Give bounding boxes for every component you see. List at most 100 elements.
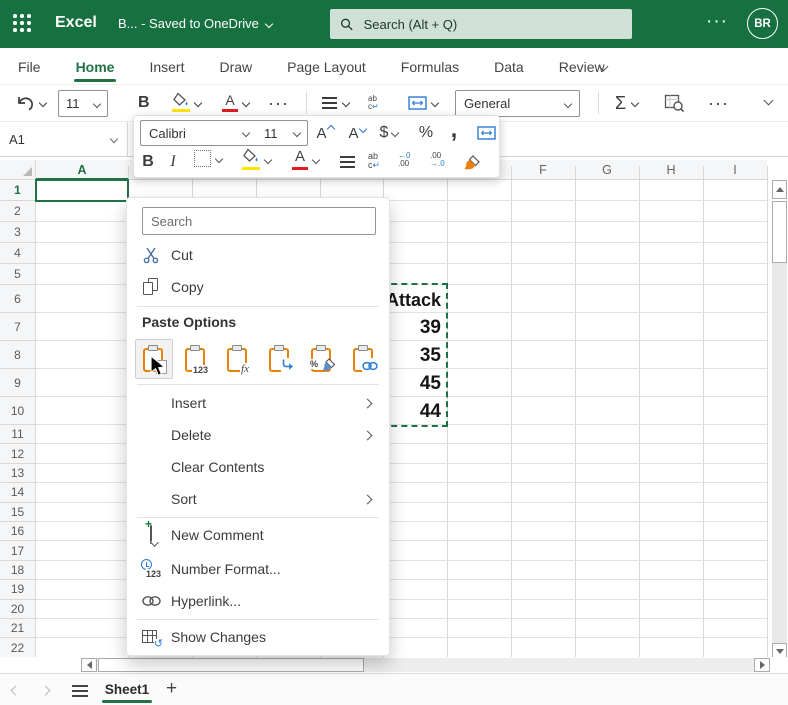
undo-button[interactable] (14, 85, 46, 121)
ribbon-collapse-chevron-icon[interactable] (764, 96, 774, 106)
grow-font-button[interactable]: A (312, 122, 338, 144)
previous-sheet-chevron-icon[interactable] (11, 686, 21, 696)
row-header-19[interactable]: 19 (0, 580, 36, 599)
app-launcher-icon[interactable] (13, 14, 33, 34)
all-sheets-menu-icon[interactable] (72, 685, 88, 687)
row-header-9[interactable]: 9 (0, 369, 36, 397)
bold-button-mini[interactable]: B (138, 150, 158, 174)
tab-insert[interactable]: Insert (149, 48, 184, 85)
wrap-text-button-mini[interactable]: abc↵ (368, 152, 380, 170)
paste-formulas-icon[interactable]: fx (226, 345, 248, 373)
comma-format-button[interactable]: , (444, 118, 464, 142)
menu-item-copy[interactable]: Copy (127, 271, 389, 303)
search-input[interactable] (362, 16, 622, 33)
paste-formatting-icon[interactable]: % (310, 345, 332, 373)
scroll-up-button[interactable] (772, 180, 787, 199)
row-header-14[interactable]: 14 (0, 483, 36, 502)
menu-item-show-changes[interactable]: ↺ Show Changes (127, 621, 389, 653)
row-header-15[interactable]: 15 (0, 503, 36, 522)
merge-center-button-mini[interactable] (474, 122, 498, 144)
shrink-font-button[interactable]: A (344, 122, 370, 144)
top-search-box[interactable] (330, 9, 632, 39)
paste-values-icon[interactable]: 123 (184, 345, 206, 373)
scroll-right-button[interactable] (754, 658, 770, 672)
tab-home[interactable]: Home (76, 48, 115, 85)
row-header-20[interactable]: 20 (0, 600, 36, 619)
vertical-scroll-track[interactable] (772, 263, 787, 643)
name-box[interactable]: A1 (0, 122, 128, 156)
percent-format-button[interactable]: % (414, 122, 438, 144)
row-header-13[interactable]: 13 (0, 464, 36, 483)
font-size-dropdown-mini[interactable]: 11 (257, 120, 308, 146)
format-painter-button[interactable] (460, 150, 484, 174)
row-header-11[interactable]: 11 (0, 425, 36, 444)
column-header-H[interactable]: H (639, 160, 703, 180)
row-header-8[interactable]: 8 (0, 341, 36, 369)
horizontal-scroll-thumb[interactable] (98, 658, 364, 672)
cell-value-row10[interactable]: 44 (383, 397, 446, 423)
horizontal-scrollbar[interactable] (0, 657, 788, 673)
row-header-12[interactable]: 12 (0, 444, 36, 463)
tab-data[interactable]: Data (494, 48, 524, 85)
column-header-F[interactable]: F (511, 160, 575, 180)
vertical-scroll-thumb[interactable] (772, 201, 787, 263)
font-size-dropdown[interactable]: 11 (58, 90, 108, 117)
tab-file[interactable]: File (18, 48, 41, 85)
more-toolbar-options-icon[interactable]: ··· (708, 85, 729, 121)
borders-button[interactable] (194, 150, 222, 167)
row-header-6[interactable]: 6 (0, 285, 36, 313)
cell-value-row6[interactable]: Attack (383, 285, 446, 311)
next-sheet-chevron-icon[interactable] (41, 686, 51, 696)
menu-item-clear-contents[interactable]: Clear Contents (127, 451, 389, 483)
tab-page-layout[interactable]: Page Layout (287, 48, 366, 85)
row-header-16[interactable]: 16 (0, 522, 36, 541)
column-header-I[interactable]: I (703, 160, 767, 180)
row-header-22[interactable]: 22 (0, 638, 36, 657)
vertical-scrollbar[interactable] (772, 160, 787, 657)
document-title[interactable]: B... - Saved to OneDrive (118, 16, 272, 31)
row-header-5[interactable]: 5 (0, 264, 36, 285)
row-header-2[interactable]: 2 (0, 201, 36, 222)
menu-item-hyperlink[interactable]: Hyperlink... (127, 585, 389, 617)
menu-item-delete[interactable]: Delete (127, 419, 389, 451)
menu-item-cut[interactable]: Cut (127, 239, 389, 271)
selected-cell-A1[interactable] (35, 179, 129, 202)
row-header-7[interactable]: 7 (0, 313, 36, 341)
decrease-decimal-button[interactable]: ←0.00 (398, 152, 410, 168)
cell-value-row9[interactable]: 45 (383, 369, 446, 395)
row-header-1[interactable]: 1 (0, 180, 36, 201)
column-header-G[interactable]: G (575, 160, 639, 180)
autosum-button[interactable]: Σ (615, 85, 638, 121)
row-header-10[interactable]: 10 (0, 397, 36, 425)
tab-draw[interactable]: Draw (219, 48, 252, 85)
menu-item-new-comment[interactable]: + New Comment (127, 519, 389, 551)
avatar[interactable]: BR (747, 8, 778, 39)
cell-value-row7[interactable]: 39 (383, 313, 446, 339)
scroll-left-button[interactable] (81, 658, 97, 672)
menu-item-insert[interactable]: Insert (127, 387, 389, 419)
row-header-17[interactable]: 17 (0, 541, 36, 560)
currency-format-button[interactable]: $ (374, 122, 404, 144)
sheet-tab-sheet1[interactable]: Sheet1 (98, 674, 156, 705)
cell-value-row8[interactable]: 35 (383, 341, 446, 367)
fill-color-button-mini[interactable] (242, 148, 271, 172)
font-name-dropdown[interactable]: Calibri (140, 120, 258, 146)
column-header-A[interactable]: A (36, 160, 128, 180)
paste-link-icon[interactable] (352, 345, 374, 373)
more-options-icon[interactable]: ··· (706, 11, 728, 33)
row-header-21[interactable]: 21 (0, 619, 36, 638)
number-format-dropdown[interactable]: General (455, 90, 580, 117)
italic-button-mini[interactable]: I (164, 150, 182, 174)
row-header-3[interactable]: 3 (0, 222, 36, 243)
paste-transpose-icon[interactable] (268, 345, 290, 373)
menu-item-sort[interactable]: Sort (127, 483, 389, 515)
tab-formulas[interactable]: Formulas (401, 48, 459, 85)
increase-decimal-button[interactable]: .00→.0 (430, 152, 445, 168)
find-button[interactable] (664, 85, 685, 121)
font-color-button-mini[interactable]: A (292, 148, 319, 172)
context-menu-search-input[interactable] (142, 207, 376, 235)
menu-item-number-format[interactable]: 123 Number Format... (127, 553, 389, 585)
add-sheet-button[interactable]: + (166, 678, 177, 700)
row-header-18[interactable]: 18 (0, 561, 36, 580)
row-header-4[interactable]: 4 (0, 243, 36, 264)
